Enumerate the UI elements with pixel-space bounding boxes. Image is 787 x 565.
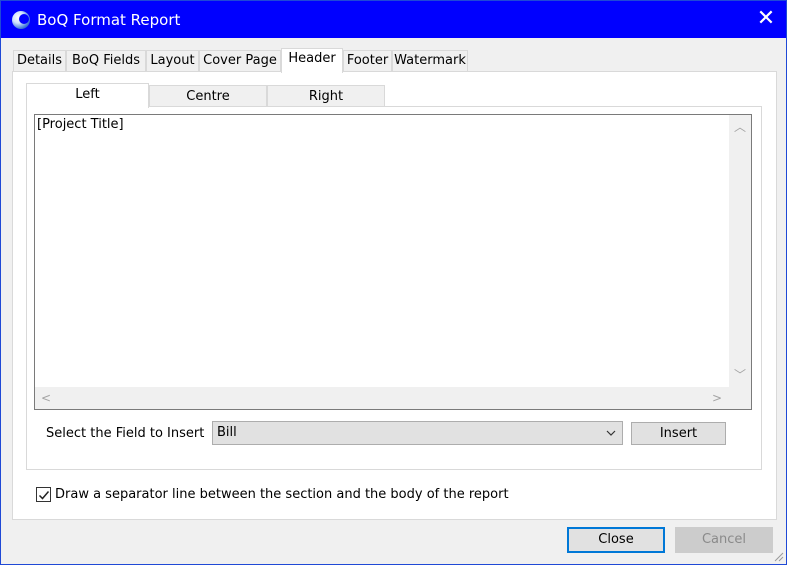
subtab-left[interactable]: Left xyxy=(26,83,149,108)
scroll-down-icon[interactable]: ﹀ xyxy=(734,369,746,381)
left-section-panel: [Project Title] ︿ ﹀ < > Select the Field… xyxy=(26,106,762,470)
scroll-right-icon[interactable]: > xyxy=(711,392,723,404)
checkmark-icon xyxy=(38,491,50,500)
window-title: BoQ Format Report xyxy=(37,11,181,29)
scroll-up-icon[interactable]: ︿ xyxy=(734,121,746,133)
insert-button[interactable]: Insert xyxy=(631,422,726,445)
app-logo-icon xyxy=(12,11,30,29)
field-select-value: Bill xyxy=(217,425,237,440)
field-select-dropdown[interactable]: Bill xyxy=(212,421,623,445)
tab-details[interactable]: Details xyxy=(13,50,66,72)
dialog-window: BoQ Format Report ✕ Details BoQ Fields L… xyxy=(0,0,787,565)
tab-watermark[interactable]: Watermark xyxy=(392,50,468,72)
subtab-centre[interactable]: Centre xyxy=(149,85,267,107)
tab-header[interactable]: Header xyxy=(281,48,343,73)
field-select-label: Select the Field to Insert xyxy=(46,426,205,441)
separator-checkbox[interactable] xyxy=(36,487,51,502)
horizontal-scrollbar[interactable]: < > xyxy=(35,387,729,409)
chevron-down-icon xyxy=(606,430,616,436)
tab-boq-fields[interactable]: BoQ Fields xyxy=(66,50,146,72)
cancel-button[interactable]: Cancel xyxy=(675,527,773,553)
editor-content[interactable]: [Project Title] xyxy=(37,117,124,132)
header-text-editor[interactable]: [Project Title] ︿ ﹀ < > xyxy=(34,114,752,410)
close-button[interactable]: Close xyxy=(567,527,665,553)
title-bar[interactable]: BoQ Format Report ✕ xyxy=(1,1,786,38)
resize-grip-icon[interactable] xyxy=(772,550,784,562)
tab-footer[interactable]: Footer xyxy=(343,50,392,72)
scroll-left-icon[interactable]: < xyxy=(40,392,52,404)
scrollbar-corner xyxy=(729,387,751,409)
close-icon[interactable]: ✕ xyxy=(753,6,779,32)
vertical-scrollbar[interactable]: ︿ ﹀ xyxy=(729,115,751,387)
subtab-right[interactable]: Right xyxy=(267,85,385,107)
tab-cover-page[interactable]: Cover Page xyxy=(199,50,281,72)
separator-checkbox-label[interactable]: Draw a separator line between the sectio… xyxy=(55,487,509,502)
tab-layout[interactable]: Layout xyxy=(146,50,199,72)
header-tab-panel: Left Centre Right [Project Title] ︿ ﹀ < … xyxy=(12,71,777,520)
